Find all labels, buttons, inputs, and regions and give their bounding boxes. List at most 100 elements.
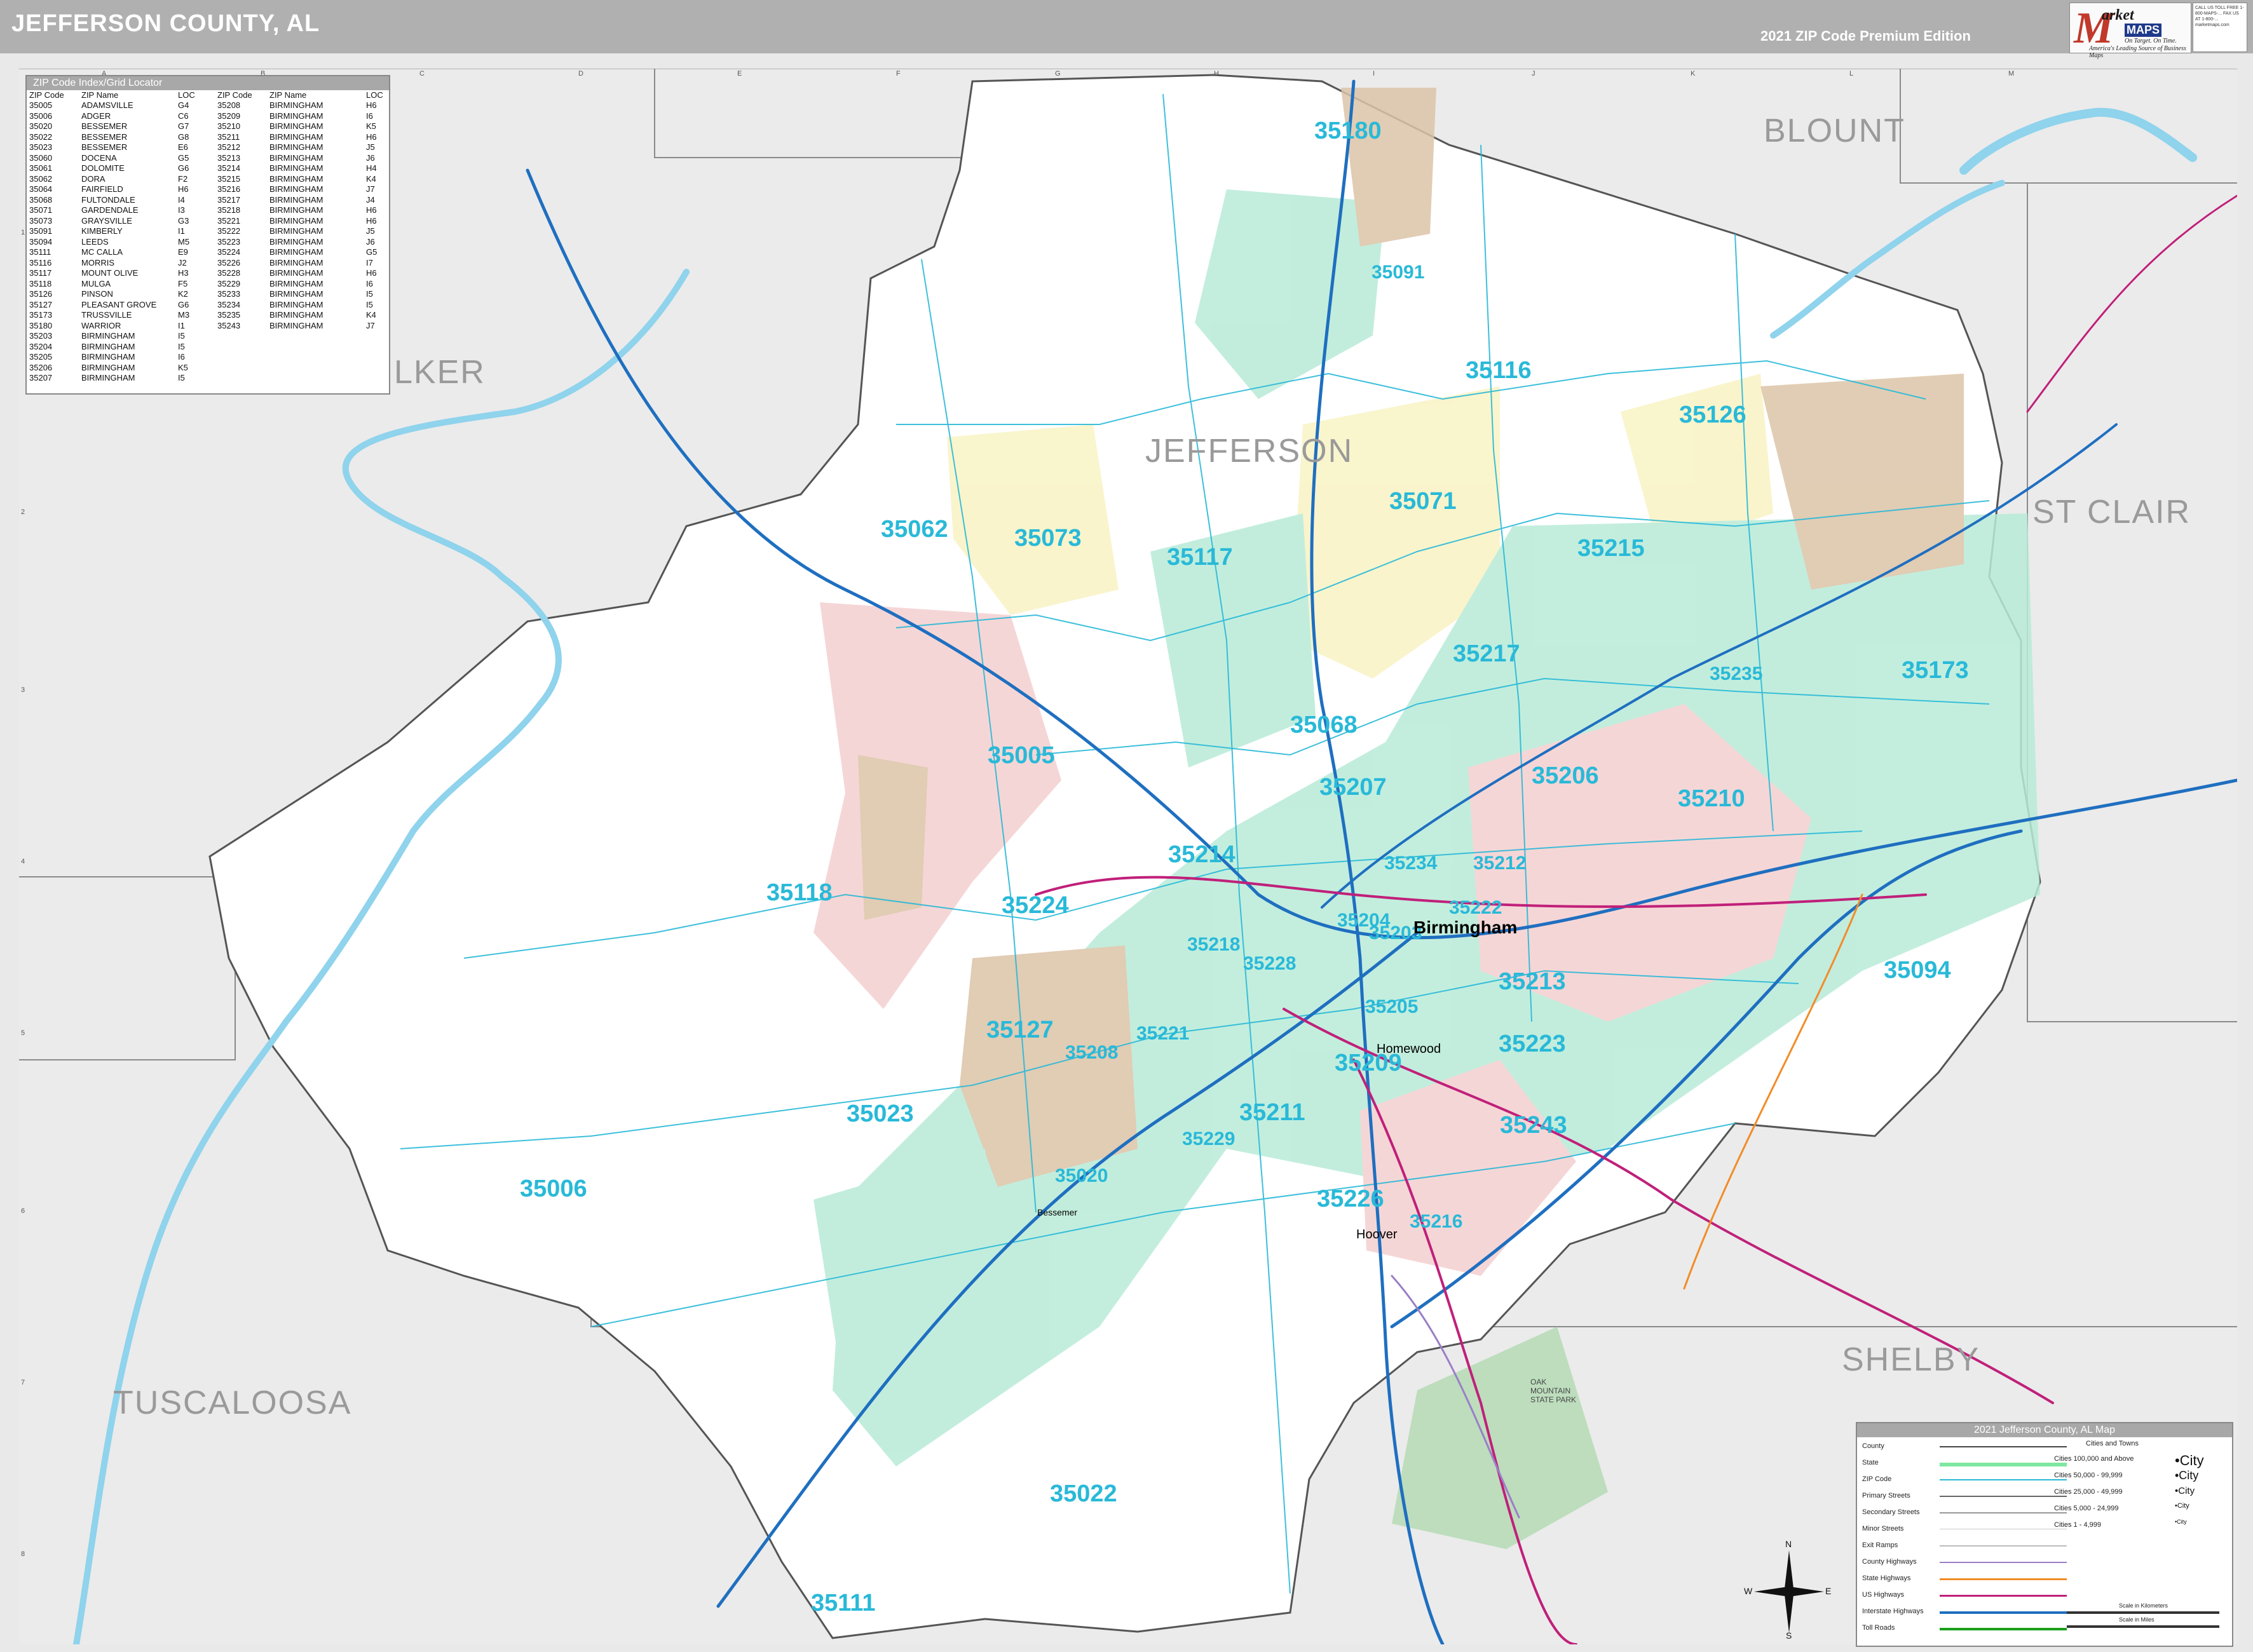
zip-index-code: 35233	[217, 289, 241, 299]
zip-index-name: BIRMINGHAM	[269, 100, 323, 110]
zip-index-loc: I6	[366, 278, 373, 288]
zip-35116: 35116	[1466, 357, 1532, 384]
legend-city-class: Cities 50,000 - 99,999	[2054, 1472, 2123, 1479]
legend-cities-header: Cities and Towns	[2086, 1440, 2139, 1447]
zip-index-code: 35216	[217, 184, 241, 194]
zip-index-code: 35218	[217, 205, 241, 215]
grid-col-g: G	[1055, 70, 1061, 78]
zip-35222: 35222	[1449, 897, 1502, 918]
zip-index-loc: H6	[178, 184, 189, 194]
zip-index-code: 35228	[217, 268, 241, 278]
zip-35117: 35117	[1167, 544, 1233, 571]
city-bessemer: Bessemer	[1037, 1207, 1078, 1217]
zip-35218: 35218	[1187, 934, 1241, 955]
legend-item-label: Minor Streets	[1862, 1525, 1904, 1533]
zip-35215: 35215	[1577, 535, 1645, 562]
zip-index-name: BESSEMER	[81, 121, 128, 131]
grid-col-h: H	[1214, 70, 1219, 78]
zip-index-name: MOUNT OLIVE	[81, 268, 139, 278]
zip-index-loc: K2	[178, 289, 188, 299]
county-label-jefferson: JEFFERSON	[1145, 433, 1354, 470]
col-header-zip: ZIP Code	[29, 90, 64, 100]
legend-city-class: Cities 100,000 and Above	[2054, 1455, 2134, 1463]
zip-index-code: 35223	[217, 236, 241, 247]
logo-tagline-2: America's Leading Source of Business Map…	[2089, 45, 2186, 59]
county-label-walker: LKER	[394, 354, 486, 391]
zip-index-loc: H4	[366, 163, 377, 173]
zip-index-name: BIRMINGHAM	[81, 341, 135, 351]
zip-index-loc: H6	[366, 215, 377, 226]
zip-35229: 35229	[1182, 1128, 1235, 1149]
zip-index-loc: E6	[178, 142, 188, 152]
zip-index-code: 35226	[217, 257, 241, 267]
zip-index-code: 35023	[29, 142, 53, 152]
grid-col-i: I	[1373, 70, 1375, 78]
zip-index-loc: I5	[178, 341, 185, 351]
zip-index-code: 35071	[29, 205, 53, 215]
zip-index-loc: C6	[178, 111, 189, 121]
zip-35226: 35226	[1317, 1186, 1384, 1212]
zip-index-code: 35005	[29, 100, 53, 110]
zip-index-code: 35068	[29, 194, 53, 205]
map-legend: 2021 Jefferson County, AL Map County Stat…	[1856, 1422, 2233, 1647]
zip-35235: 35235	[1710, 663, 1763, 684]
grid-row-2: 2	[21, 508, 25, 516]
zip-index-code: 35180	[29, 320, 53, 330]
zip-35243: 35243	[1500, 1112, 1567, 1139]
legend-swatch	[1940, 1562, 2067, 1563]
zip-index-loc: H6	[366, 100, 377, 110]
zip-index-loc: H6	[366, 268, 377, 278]
zip-index-name: PINSON	[81, 289, 113, 299]
zip-index-loc: F2	[178, 173, 188, 184]
zip-index-loc: K4	[366, 310, 376, 320]
zip-35073: 35073	[1014, 525, 1082, 552]
grid-row-5: 5	[21, 1029, 25, 1037]
grid-col-d: D	[578, 70, 583, 78]
zip-index-loc: G6	[178, 299, 189, 309]
grid-col-f: F	[896, 70, 901, 78]
map-title: JEFFERSON COUNTY, AL	[11, 10, 320, 37]
zip-index-name: DOLOMITE	[81, 163, 125, 173]
scale-km-bar	[2067, 1611, 2219, 1614]
logo-maps: MAPS	[2125, 24, 2162, 37]
zip-index-code: 35234	[217, 299, 241, 309]
legend-item-label: State Highways	[1862, 1574, 1911, 1582]
zip-index-loc: I6	[178, 352, 185, 362]
zip-index-loc: F5	[178, 278, 188, 288]
zip-index-title: ZIP Code Index/Grid Locator	[27, 76, 389, 90]
legend-swatch	[1940, 1611, 2067, 1614]
zip-index-loc: G7	[178, 121, 189, 131]
zip-index-code: 35209	[217, 111, 241, 121]
zip-35068: 35068	[1290, 712, 1358, 738]
grid-row-1: 1	[21, 229, 25, 236]
legend-swatch	[1940, 1628, 2067, 1630]
oak-mountain-park-label: OAK MOUNTAIN STATE PARK	[1530, 1378, 1577, 1404]
zip-35173: 35173	[1902, 657, 1969, 684]
zip-index-loc: I5	[178, 373, 185, 383]
legend-item-label: Primary Streets	[1862, 1492, 1910, 1500]
grid-row-4: 4	[21, 858, 25, 865]
zip-index-name: BIRMINGHAM	[269, 226, 323, 236]
zip-index-code: 35211	[217, 132, 240, 142]
zip-35180: 35180	[1314, 118, 1382, 144]
zip-35094: 35094	[1884, 957, 1951, 984]
city-birmingham: Birmingham	[1413, 917, 1518, 937]
zip-index-loc: J6	[366, 236, 375, 247]
zip-index-name: FAIRFIELD	[81, 184, 123, 194]
logo-market: arket	[2102, 7, 2134, 24]
zip-index-loc: I5	[366, 289, 373, 299]
zip-index-code: 35235	[217, 310, 241, 320]
zip-index-code: 35204	[29, 341, 53, 351]
zip-index-code: 35212	[217, 142, 241, 152]
zip-index-name: BIRMINGHAM	[269, 194, 323, 205]
col-header-loc-2: LOC	[366, 90, 383, 100]
zip-index-name: BIRMINGHAM	[269, 320, 323, 330]
county-label-blount: BLOUNT	[1764, 112, 1905, 149]
zip-index-code: 35221	[217, 215, 241, 226]
zip-35071: 35071	[1389, 488, 1457, 515]
zip-index-code: 35126	[29, 289, 53, 299]
zip-index-name: LEEDS	[81, 236, 109, 247]
legend-city-class: Cities 1 - 4,999	[2054, 1521, 2101, 1529]
zip-index-name: GRAYSVILLE	[81, 215, 132, 226]
zip-index-loc: G5	[366, 247, 378, 257]
